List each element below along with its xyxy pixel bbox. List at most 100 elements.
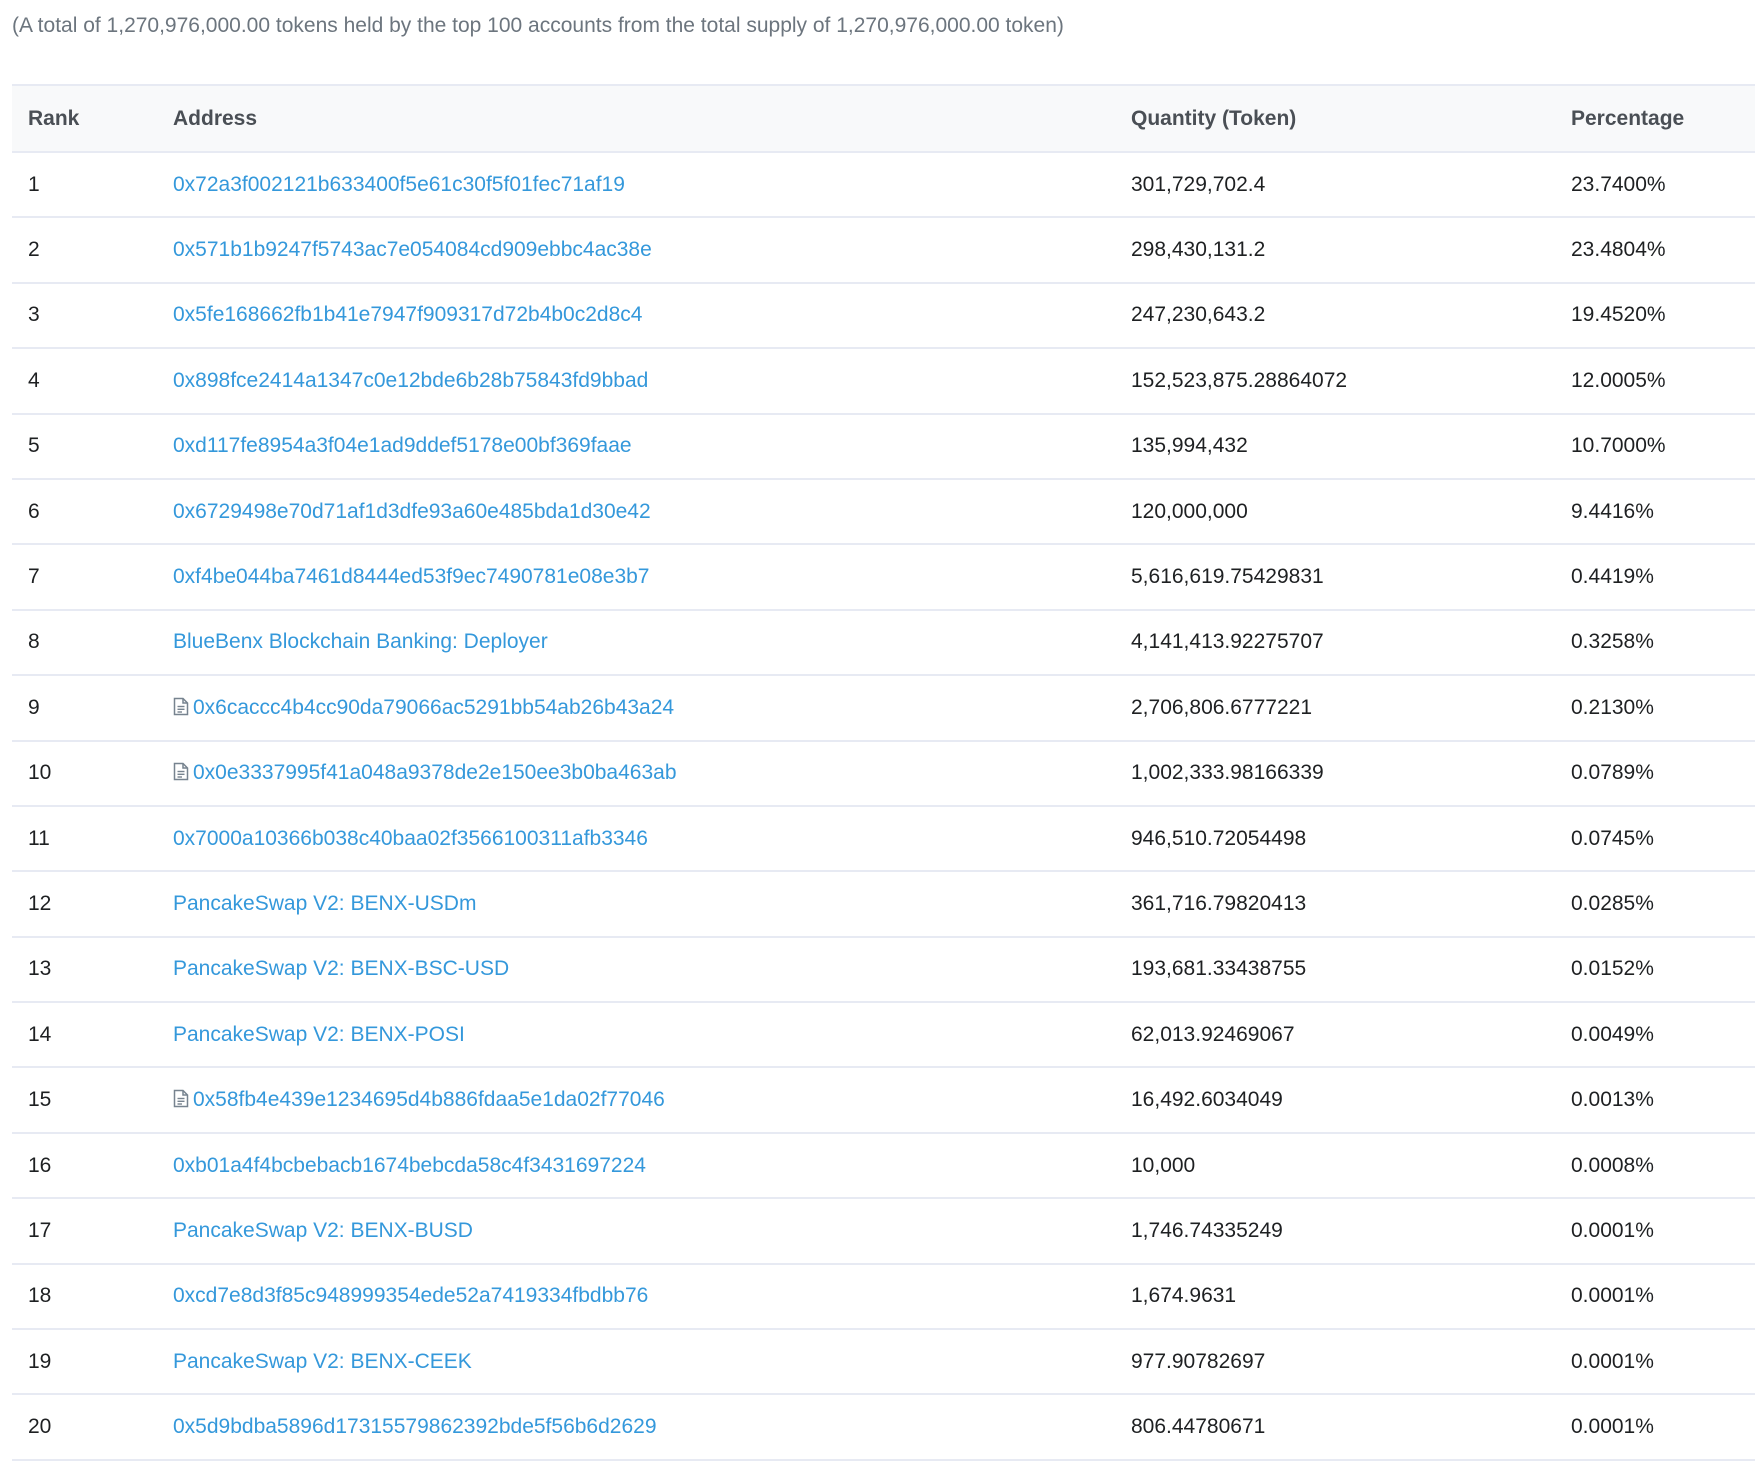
holder-address-link[interactable]: PancakeSwap V2: BENX-BUSD	[173, 1219, 473, 1242]
address-cell: 0x58fb4e439e1234695d4b886fdaa5e1da02f770…	[157, 1067, 1115, 1134]
rank-cell: 2	[12, 217, 157, 284]
holder-address-link[interactable]: PancakeSwap V2: BENX-CEEK	[173, 1350, 472, 1373]
holder-address-link[interactable]: 0xcd7e8d3f85c948999354ede52a7419334fbdbb…	[173, 1284, 648, 1307]
holder-address-link[interactable]: 0xf4be044ba7461d8444ed53f9ec7490781e08e3…	[173, 565, 649, 588]
quantity-cell: 946,510.72054498	[1115, 805, 1555, 873]
percentage-cell: 0.0789%	[1555, 740, 1755, 807]
holder-address-link[interactable]: PancakeSwap V2: BENX-USDm	[173, 892, 476, 915]
table-row: 10 0x0e3337995f41a048a9378de2e150ee3b0ba4…	[12, 740, 1755, 807]
table-row: 11 0x7000a10366b038c40baa02f3566100311afb…	[12, 805, 1755, 873]
rank-cell: 4	[12, 348, 157, 415]
table-header: Rank Address Quantity (Token) Percentage	[12, 84, 1755, 153]
quantity-cell: 10,000	[1115, 1132, 1555, 1200]
quantity-cell: 806.44780671	[1115, 1394, 1555, 1461]
rank-cell: 17	[12, 1198, 157, 1265]
address-cell: 0x6729498e70d71af1d3dfe93a60e485bda1d30e…	[157, 478, 1115, 546]
rank-cell: 19	[12, 1329, 157, 1396]
rank-cell: 16	[12, 1132, 157, 1200]
percentage-cell: 0.0008%	[1555, 1132, 1755, 1200]
address-cell: 0xb01a4f4bcbebacb1674bebcda58c4f34316972…	[157, 1132, 1115, 1200]
address-cell: 0x7000a10366b038c40baa02f3566100311afb33…	[157, 805, 1115, 873]
quantity-cell: 193,681.33438755	[1115, 936, 1555, 1004]
rank-cell: 3	[12, 282, 157, 350]
percentage-cell: 0.0001%	[1555, 1329, 1755, 1396]
address-cell: 0x898fce2414a1347c0e12bde6b28b75843fd9bb…	[157, 348, 1115, 415]
holder-address-link[interactable]: 0x571b1b9247f5743ac7e054084cd909ebbc4ac3…	[173, 238, 652, 261]
table-row: 17 PancakeSwap V2: BENX-BUSD 1,746.7433524…	[12, 1198, 1755, 1265]
table-row: 20 0x5d9bdba5896d17315579862392bde5f56b6d…	[12, 1394, 1755, 1461]
quantity-cell: 1,746.74335249	[1115, 1198, 1555, 1265]
rank-cell: 13	[12, 936, 157, 1004]
rank-cell: 6	[12, 478, 157, 546]
column-header-address: Address	[157, 84, 1115, 153]
table-row: 4 0x898fce2414a1347c0e12bde6b28b75843fd9b…	[12, 348, 1755, 415]
quantity-cell: 4,141,413.92275707	[1115, 609, 1555, 677]
quantity-cell: 247,230,643.2	[1115, 282, 1555, 350]
table-row: 16 0xb01a4f4bcbebacb1674bebcda58c4f343169…	[12, 1132, 1755, 1200]
address-cell: 0xd117fe8954a3f04e1ad9ddef5178e00bf369fa…	[157, 413, 1115, 480]
quantity-cell: 62,013.92469067	[1115, 1002, 1555, 1069]
address-cell: 0x72a3f002121b633400f5e61c30f5f01fec71af…	[157, 152, 1115, 219]
holder-address-link[interactable]: 0x6729498e70d71af1d3dfe93a60e485bda1d30e…	[173, 500, 651, 523]
percentage-cell: 10.7000%	[1555, 413, 1755, 480]
table-row: 8 BlueBenx Blockchain Banking: Deployer 4,…	[12, 609, 1755, 677]
address-cell: 0x5d9bdba5896d17315579862392bde5f56b6d26…	[157, 1394, 1115, 1461]
quantity-cell: 152,523,875.28864072	[1115, 348, 1555, 415]
rank-cell: 20	[12, 1394, 157, 1461]
address-cell: 0x0e3337995f41a048a9378de2e150ee3b0ba463…	[157, 740, 1115, 807]
quantity-cell: 16,492.6034049	[1115, 1067, 1555, 1134]
holder-address-link[interactable]: 0x6caccc4b4cc90da79066ac5291bb54ab26b43a…	[193, 696, 674, 719]
table-header-row: Rank Address Quantity (Token) Percentage	[12, 84, 1755, 153]
table-row: 13 PancakeSwap V2: BENX-BSC-USD 193,681.33…	[12, 936, 1755, 1004]
percentage-cell: 0.0152%	[1555, 936, 1755, 1004]
address-cell: PancakeSwap V2: BENX-POSI	[157, 1002, 1115, 1069]
holder-address-link[interactable]: BlueBenx Blockchain Banking: Deployer	[173, 630, 548, 653]
quantity-cell: 135,994,432	[1115, 413, 1555, 480]
file-text-icon	[173, 1089, 189, 1108]
holder-address-link[interactable]: 0x72a3f002121b633400f5e61c30f5f01fec71af…	[173, 173, 625, 196]
table-row: 18 0xcd7e8d3f85c948999354ede52a7419334fbd…	[12, 1263, 1755, 1331]
table-row: 2 0x571b1b9247f5743ac7e054084cd909ebbc4ac…	[12, 217, 1755, 284]
holders-summary: (A total of 1,270,976,000.00 tokens held…	[12, 14, 1064, 37]
holder-address-link[interactable]: 0x5fe168662fb1b41e7947f909317d72b4b0c2d8…	[173, 303, 642, 326]
table-row: 1 0x72a3f002121b633400f5e61c30f5f01fec71a…	[12, 152, 1755, 219]
token-holders-table: Rank Address Quantity (Token) Percentage…	[12, 84, 1755, 1461]
holder-address-link[interactable]: 0xb01a4f4bcbebacb1674bebcda58c4f34316972…	[173, 1154, 646, 1177]
percentage-cell: 23.4804%	[1555, 217, 1755, 284]
percentage-cell: 0.0001%	[1555, 1198, 1755, 1265]
table-row: 14 PancakeSwap V2: BENX-POSI 62,013.924690…	[12, 1002, 1755, 1069]
table-body: 1 0x72a3f002121b633400f5e61c30f5f01fec71a…	[12, 152, 1755, 1461]
holder-address-link[interactable]: 0x0e3337995f41a048a9378de2e150ee3b0ba463…	[193, 761, 677, 784]
percentage-cell: 0.3258%	[1555, 609, 1755, 677]
address-cell: BlueBenx Blockchain Banking: Deployer	[157, 609, 1115, 677]
percentage-cell: 0.2130%	[1555, 675, 1755, 742]
quantity-cell: 1,002,333.98166339	[1115, 740, 1555, 807]
quantity-cell: 5,616,619.75429831	[1115, 544, 1555, 611]
percentage-cell: 0.0049%	[1555, 1002, 1755, 1069]
rank-cell: 9	[12, 675, 157, 742]
rank-cell: 10	[12, 740, 157, 807]
holder-address-link[interactable]: 0x58fb4e439e1234695d4b886fdaa5e1da02f770…	[193, 1088, 665, 1111]
address-cell: 0xf4be044ba7461d8444ed53f9ec7490781e08e3…	[157, 544, 1115, 611]
percentage-cell: 0.4419%	[1555, 544, 1755, 611]
percentage-cell: 12.0005%	[1555, 348, 1755, 415]
rank-cell: 15	[12, 1067, 157, 1134]
holder-address-link[interactable]: 0x5d9bdba5896d17315579862392bde5f56b6d26…	[173, 1415, 657, 1438]
holder-address-link[interactable]: 0x898fce2414a1347c0e12bde6b28b75843fd9bb…	[173, 369, 648, 392]
table-row: 7 0xf4be044ba7461d8444ed53f9ec7490781e08e…	[12, 544, 1755, 611]
column-header-percentage: Percentage	[1555, 84, 1755, 153]
holder-address-link[interactable]: PancakeSwap V2: BENX-POSI	[173, 1023, 465, 1046]
table-row: 19 PancakeSwap V2: BENX-CEEK 977.90782697 0…	[12, 1329, 1755, 1396]
holder-address-link[interactable]: PancakeSwap V2: BENX-BSC-USD	[173, 957, 509, 980]
percentage-cell: 9.4416%	[1555, 478, 1755, 546]
address-cell: PancakeSwap V2: BENX-CEEK	[157, 1329, 1115, 1396]
holder-address-link[interactable]: 0xd117fe8954a3f04e1ad9ddef5178e00bf369fa…	[173, 434, 632, 457]
rank-cell: 8	[12, 609, 157, 677]
quantity-cell: 2,706,806.6777221	[1115, 675, 1555, 742]
holder-address-link[interactable]: 0x7000a10366b038c40baa02f3566100311afb33…	[173, 827, 648, 850]
address-cell: PancakeSwap V2: BENX-BSC-USD	[157, 936, 1115, 1004]
percentage-cell: 0.0013%	[1555, 1067, 1755, 1134]
table-row: 5 0xd117fe8954a3f04e1ad9ddef5178e00bf369f…	[12, 413, 1755, 480]
table-row: 15 0x58fb4e439e1234695d4b886fdaa5e1da02f7…	[12, 1067, 1755, 1134]
address-cell: 0x571b1b9247f5743ac7e054084cd909ebbc4ac3…	[157, 217, 1115, 284]
